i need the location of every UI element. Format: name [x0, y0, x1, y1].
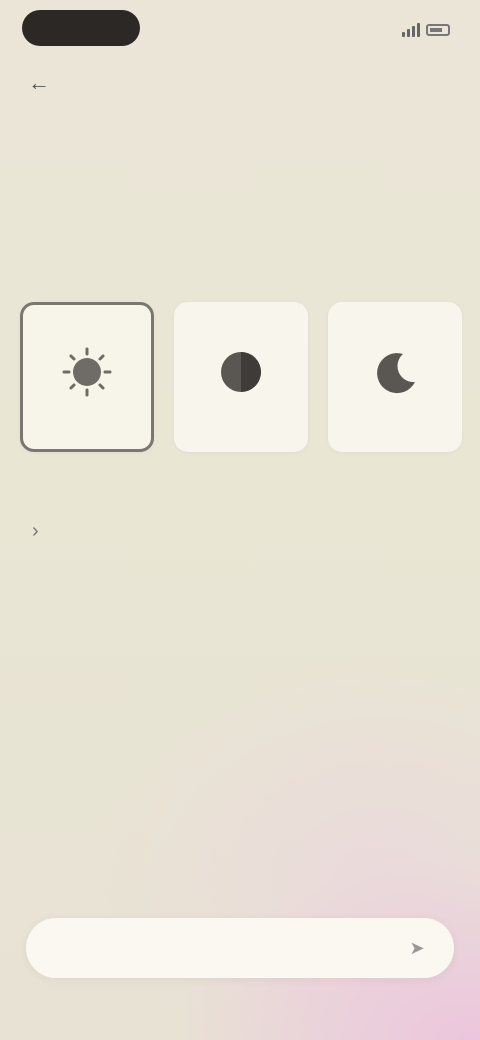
moon-icon: [367, 344, 423, 400]
back-button[interactable]: ←: [24, 70, 54, 96]
more-options-link[interactable]: ›: [22, 520, 39, 543]
send-button[interactable]: ➤: [402, 933, 432, 963]
nav-bar: ←: [0, 62, 480, 102]
status-pill: [22, 10, 140, 46]
battery-icon: [426, 24, 450, 36]
chevron-right-icon: ›: [32, 520, 39, 542]
message-input[interactable]: [48, 939, 402, 957]
status-bar: [0, 0, 480, 62]
option-card-2[interactable]: [174, 302, 308, 452]
signal-icon: [402, 23, 420, 37]
options-group: [20, 302, 464, 452]
option-card-1[interactable]: [20, 302, 154, 452]
sun-icon: [59, 344, 115, 400]
option-card-3[interactable]: [328, 302, 462, 452]
send-icon: ➤: [409, 937, 425, 958]
status-indicators: [396, 20, 450, 40]
message-input-bar: ➤: [26, 918, 454, 978]
circle-icon: [213, 344, 269, 400]
arrow-left-icon: ←: [28, 70, 50, 95]
